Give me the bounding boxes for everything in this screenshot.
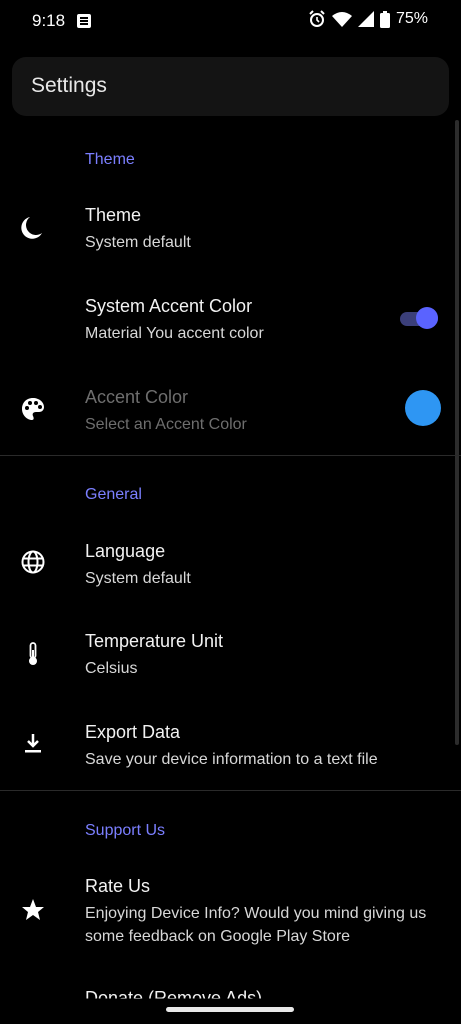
page-title: Settings <box>31 74 107 97</box>
accent-color-swatch[interactable] <box>405 390 441 426</box>
download-icon <box>25 734 41 753</box>
setting-title: Accent Color <box>85 387 189 407</box>
setting-subtitle: Material You accent color <box>85 325 264 342</box>
system-accent-toggle[interactable] <box>400 306 440 330</box>
setting-subtitle: Celsius <box>85 660 138 677</box>
app-bar: Settings <box>12 57 449 116</box>
home-gesture-bar[interactable] <box>166 1007 294 1012</box>
section-header-theme: Theme <box>85 151 135 168</box>
status-time: 9:18 <box>32 11 66 30</box>
setting-subtitle: Select an Accent Color <box>85 416 247 433</box>
setting-subtitle: Save your device information to a text f… <box>85 751 378 768</box>
setting-donate-partial[interactable]: Donate (Remove Ads) <box>85 988 262 999</box>
moon-icon <box>21 217 42 239</box>
signal-icon <box>357 11 374 27</box>
setting-title: Theme <box>85 205 142 225</box>
section-header-general: General <box>85 486 142 503</box>
setting-title: Temperature Unit <box>85 631 224 651</box>
alarm-icon <box>309 10 325 27</box>
scrollbar[interactable] <box>455 120 459 745</box>
wifi-icon <box>331 12 352 27</box>
divider <box>0 455 461 456</box>
divider <box>0 790 461 791</box>
notification-note-icon <box>77 14 91 28</box>
setting-subtitle: System default <box>85 234 191 251</box>
palette-icon <box>22 398 44 420</box>
setting-subtitle: Enjoying Device Info? Would you mind giv… <box>85 905 427 945</box>
battery-percent: 75% <box>395 10 428 27</box>
setting-title: Export Data <box>85 722 181 742</box>
thermometer-icon <box>29 642 37 665</box>
setting-subtitle: System default <box>85 570 191 587</box>
battery-icon <box>379 10 390 28</box>
setting-title: System Accent Color <box>85 296 253 316</box>
star-icon <box>22 899 44 920</box>
globe-icon <box>21 550 45 574</box>
setting-title: Rate Us <box>85 876 151 896</box>
setting-title: Language <box>85 541 166 561</box>
status-bar: 9:18 75% <box>0 0 461 44</box>
toggle-thumb <box>416 307 438 329</box>
section-header-support: Support Us <box>85 822 166 839</box>
